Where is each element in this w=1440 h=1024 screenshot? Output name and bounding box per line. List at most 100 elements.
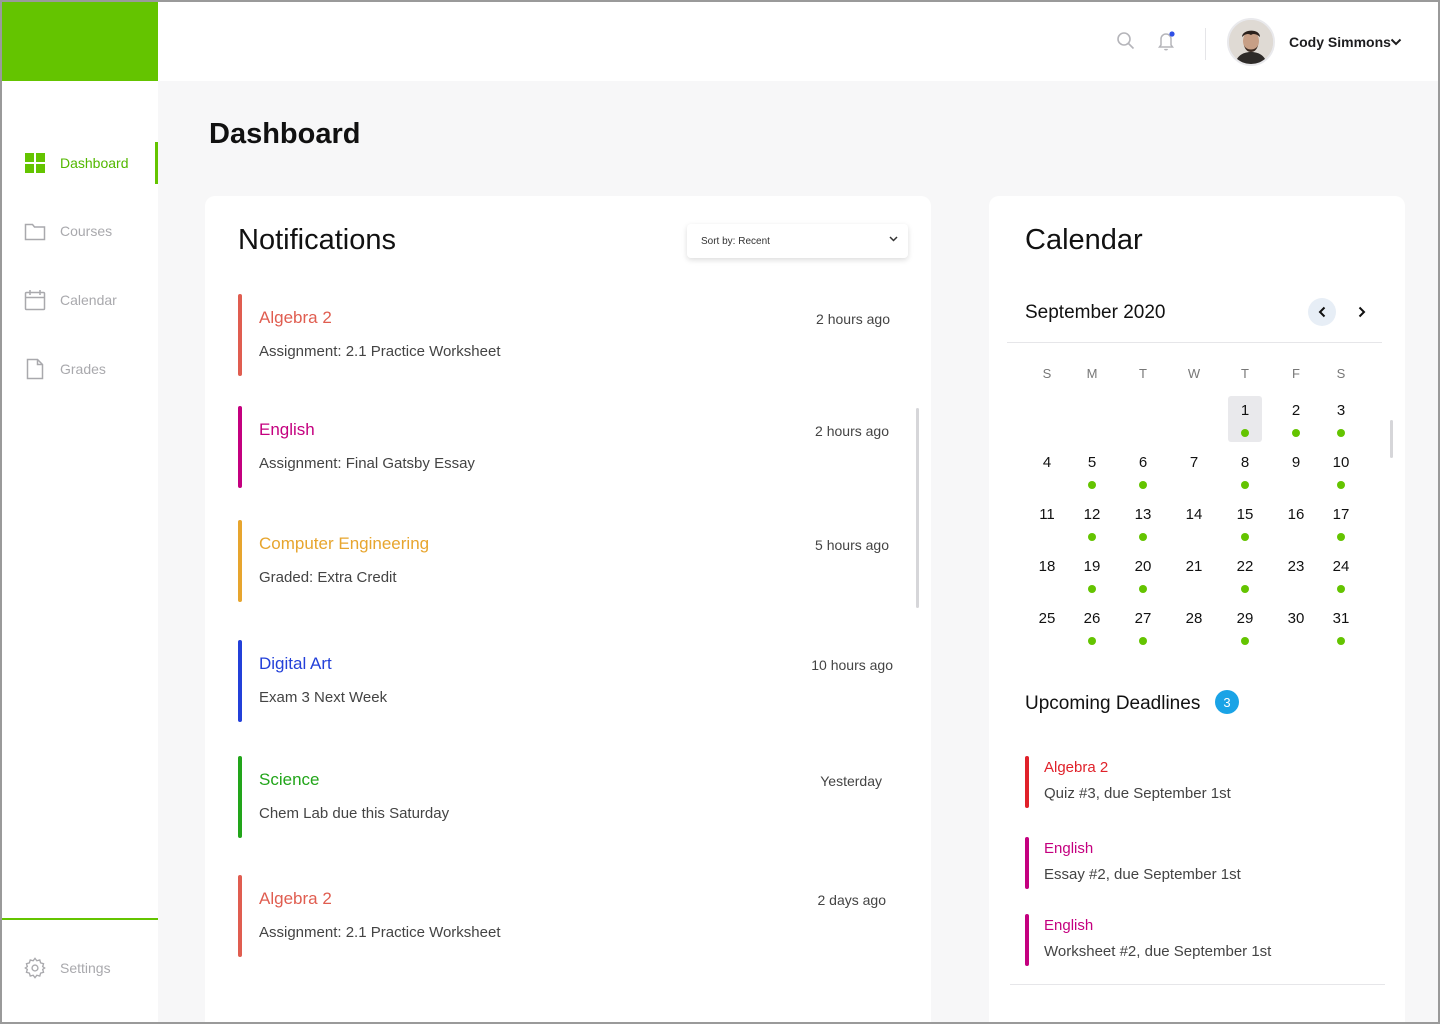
next-month-button[interactable] — [1348, 298, 1376, 326]
event-dot — [1088, 637, 1096, 645]
deadline-item[interactable]: English Essay #2, due September 1st — [1025, 837, 1365, 889]
logo-block[interactable] — [0, 0, 158, 81]
calendar-icon — [24, 289, 46, 311]
notification-item[interactable]: Algebra 2 Assignment: 2.1 Practice Worksh… — [238, 875, 913, 957]
calendar-day[interactable]: 7 — [1177, 448, 1211, 494]
header-divider — [1205, 28, 1206, 60]
day-number: 21 — [1185, 558, 1203, 575]
calendar-day[interactable]: 13 — [1126, 500, 1160, 546]
day-number: 16 — [1287, 506, 1305, 523]
day-number: 5 — [1087, 454, 1097, 471]
calendar-day[interactable]: 25 — [1030, 604, 1064, 650]
sidebar-item-dashboard[interactable]: Dashboard — [0, 142, 158, 184]
notification-time: 2 hours ago — [816, 311, 890, 327]
deadline-detail: Worksheet #2, due September 1st — [1044, 943, 1272, 960]
calendar-day[interactable]: 22 — [1228, 552, 1262, 598]
notification-time: 2 days ago — [817, 892, 887, 908]
event-dot — [1139, 637, 1147, 645]
prev-month-button[interactable] — [1308, 298, 1336, 326]
calendar-scrollbar[interactable] — [1390, 420, 1393, 458]
user-name[interactable]: Cody Simmons — [1289, 34, 1391, 50]
weekday-label: W — [1187, 366, 1201, 381]
notification-course: Algebra 2 — [259, 889, 332, 908]
calendar-day[interactable]: 21 — [1177, 552, 1211, 598]
calendar-day[interactable]: 8 — [1228, 448, 1262, 494]
top-header: Cody Simmons — [158, 0, 1440, 81]
sidebar-item-grades[interactable]: Grades — [0, 348, 158, 390]
notification-item[interactable]: Science Chem Lab due this Saturday Yesterd… — [238, 756, 913, 838]
search-icon[interactable] — [1116, 31, 1136, 51]
calendar-day[interactable]: 17 — [1324, 500, 1358, 546]
sidebar-item-courses[interactable]: Courses — [0, 210, 158, 252]
calendar-day[interactable]: 11 — [1030, 500, 1064, 546]
calendar-day[interactable]: 3 — [1324, 396, 1358, 442]
notification-detail: Chem Lab due this Saturday — [259, 805, 450, 822]
calendar-day[interactable]: 20 — [1126, 552, 1160, 598]
notification-detail: Exam 3 Next Week — [259, 689, 388, 706]
notification-time: 10 hours ago — [811, 657, 893, 673]
calendar-day[interactable]: 26 — [1075, 604, 1109, 650]
event-dot — [1139, 585, 1147, 593]
calendar-day[interactable]: 23 — [1279, 552, 1313, 598]
calendar-day[interactable]: 16 — [1279, 500, 1313, 546]
notification-item[interactable]: Computer Engineering Graded: Extra Credit… — [238, 520, 913, 602]
calendar-day[interactable]: 10 — [1324, 448, 1358, 494]
calendar-day[interactable]: 31 — [1324, 604, 1358, 650]
calendar-day[interactable]: 5 — [1075, 448, 1109, 494]
calendar-day[interactable]: 9 — [1279, 448, 1313, 494]
notification-color-bar — [238, 875, 242, 957]
chevron-down-icon[interactable] — [1390, 38, 1402, 46]
notification-color-bar — [238, 520, 242, 602]
calendar-day[interactable]: 4 — [1030, 448, 1064, 494]
notification-item[interactable]: English Assignment: Final Gatsby Essay 2 h… — [238, 406, 913, 488]
notification-time: Yesterday — [820, 773, 882, 789]
calendar-day[interactable]: 27 — [1126, 604, 1160, 650]
day-number: 2 — [1291, 402, 1301, 419]
event-dot — [1241, 637, 1249, 645]
notification-item[interactable]: Digital Art Exam 3 Next Week 10 hours ago — [238, 640, 913, 722]
calendar-day[interactable]: 24 — [1324, 552, 1358, 598]
day-number: 12 — [1083, 506, 1101, 523]
sidebar-item-calendar[interactable]: Calendar — [0, 279, 158, 321]
event-dot — [1241, 533, 1249, 541]
bell-icon[interactable] — [1157, 30, 1177, 52]
sort-dropdown[interactable]: Sort by: Recent — [687, 224, 908, 258]
calendar-day[interactable]: 2 — [1279, 396, 1313, 442]
calendar-day[interactable]: 14 — [1177, 500, 1211, 546]
folder-icon — [24, 220, 46, 242]
weekday-label: S — [1042, 366, 1052, 381]
calendar-day[interactable]: 15 — [1228, 500, 1262, 546]
event-dot — [1241, 481, 1249, 489]
notification-item[interactable]: Algebra 2 Assignment: 2.1 Practice Worksh… — [238, 294, 913, 376]
deadline-item[interactable]: Algebra 2 Quiz #3, due September 1st — [1025, 756, 1365, 808]
document-icon — [24, 358, 46, 380]
sidebar-item-settings[interactable]: Settings — [0, 947, 158, 989]
calendar-day[interactable]: 1 — [1228, 396, 1262, 442]
gear-icon — [24, 957, 46, 979]
calendar-title: Calendar — [1025, 224, 1143, 256]
calendar-day[interactable]: 28 — [1177, 604, 1211, 650]
event-dot — [1088, 481, 1096, 489]
notifications-scrollbar[interactable] — [916, 408, 919, 608]
weekday-label: T — [1241, 366, 1249, 381]
notification-course: Computer Engineering — [259, 534, 430, 553]
day-number: 31 — [1332, 610, 1350, 627]
calendar-day[interactable]: 29 — [1228, 604, 1262, 650]
calendar-divider — [1007, 342, 1382, 343]
calendar-day[interactable]: 12 — [1075, 500, 1109, 546]
sort-label: Sort by: Recent — [701, 235, 770, 247]
day-number: 17 — [1332, 506, 1350, 523]
calendar-day[interactable]: 30 — [1279, 604, 1313, 650]
day-number: 18 — [1038, 558, 1056, 575]
calendar-day[interactable]: 19 — [1075, 552, 1109, 598]
calendar-day[interactable]: 18 — [1030, 552, 1064, 598]
day-number: 6 — [1138, 454, 1148, 471]
calendar-day[interactable]: 6 — [1126, 448, 1160, 494]
day-number: 20 — [1134, 558, 1152, 575]
chevron-down-icon — [889, 236, 898, 242]
deadline-item[interactable]: English Worksheet #2, due September 1st — [1025, 914, 1365, 966]
day-number: 30 — [1287, 610, 1305, 627]
day-number: 22 — [1236, 558, 1254, 575]
notification-color-bar — [238, 756, 242, 838]
avatar[interactable] — [1227, 18, 1275, 66]
